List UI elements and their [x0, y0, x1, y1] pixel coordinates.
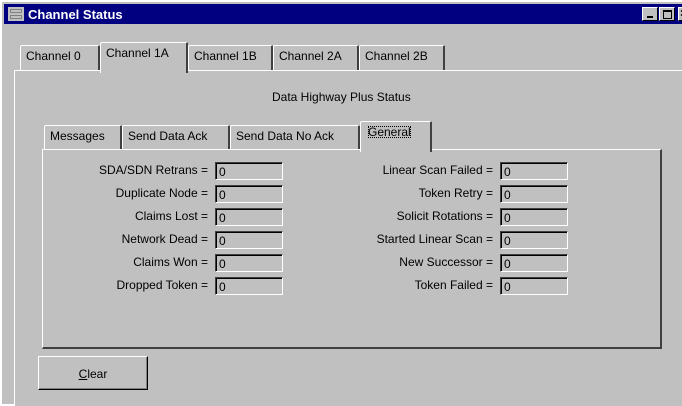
window-title: Channel Status: [28, 7, 123, 22]
tab-channel-0[interactable]: Channel 0: [20, 45, 100, 71]
stat-label: Duplicate Node =: [115, 186, 208, 200]
tab-channel-2a[interactable]: Channel 2A: [273, 45, 359, 71]
started-linear-scan-field: 0: [500, 231, 568, 249]
general-panel: SDA/SDN Retrans = 0 Duplicate Node = 0 C…: [42, 149, 662, 349]
stat-label: Claims Won =: [133, 255, 208, 269]
clear-button-label: Clear: [78, 367, 108, 381]
channel-status-window: Channel Status × Channel 0 Channel 1A Ch…: [0, 0, 682, 406]
duplicate-node-field: 0: [215, 185, 283, 203]
tab-label: Messages: [50, 129, 105, 143]
network-dead-field: 0: [215, 231, 283, 249]
subtab-general[interactable]: General: [360, 121, 432, 152]
tab-label: Channel 2A: [279, 49, 342, 63]
sda-sdn-retrans-field: 0: [215, 162, 283, 180]
tab-label: Channel 0: [26, 49, 81, 63]
stat-label: Network Dead =: [121, 232, 208, 246]
tab-label: Send Data Ack: [128, 129, 208, 143]
stat-label: Token Failed =: [414, 278, 493, 292]
solicit-rotations-field: 0: [500, 208, 568, 226]
tab-label: Channel 1B: [194, 49, 257, 63]
linear-scan-failed-field: 0: [500, 162, 568, 180]
tab-channel-1a[interactable]: Channel 1A: [100, 42, 188, 73]
subtab-send-data-ack[interactable]: Send Data Ack: [122, 125, 230, 150]
maximize-icon: [663, 10, 672, 19]
minimize-button[interactable]: [642, 7, 658, 21]
close-button[interactable]: ×: [678, 6, 682, 21]
new-successor-field: 0: [500, 254, 568, 272]
token-failed-field: 0: [500, 277, 568, 295]
stat-label: Solicit Rotations =: [396, 209, 493, 223]
stat-label: Token Retry =: [418, 186, 493, 200]
stat-label: SDA/SDN Retrans =: [98, 163, 208, 177]
tab-channel-1b[interactable]: Channel 1B: [188, 45, 273, 71]
tab-label: Send Data No Ack: [236, 129, 335, 143]
tab-label: Channel 1A: [106, 46, 169, 60]
dropped-token-field: 0: [215, 277, 283, 295]
stat-label: Linear Scan Failed =: [382, 163, 493, 177]
stat-label: Dropped Token =: [116, 278, 208, 292]
claims-won-field: 0: [215, 254, 283, 272]
title-bar[interactable]: Channel Status ×: [4, 4, 682, 24]
claims-lost-field: 0: [215, 208, 283, 226]
app-icon: [8, 7, 24, 21]
clear-button[interactable]: Clear: [38, 356, 148, 390]
subtab-messages[interactable]: Messages: [44, 125, 122, 150]
token-retry-field: 0: [500, 185, 568, 203]
stat-label: Claims Lost =: [134, 209, 208, 223]
tab-label: General: [367, 125, 411, 139]
tab-label: Channel 2B: [365, 49, 428, 63]
stat-label: New Successor =: [399, 255, 493, 269]
subtab-send-data-no-ack[interactable]: Send Data No Ack: [230, 125, 360, 150]
stat-label: Started Linear Scan =: [376, 232, 493, 246]
section-title: Data Highway Plus Status: [272, 90, 411, 104]
minimize-icon: [647, 16, 653, 18]
tab-channel-2b[interactable]: Channel 2B: [359, 45, 445, 71]
maximize-button[interactable]: [659, 7, 675, 21]
